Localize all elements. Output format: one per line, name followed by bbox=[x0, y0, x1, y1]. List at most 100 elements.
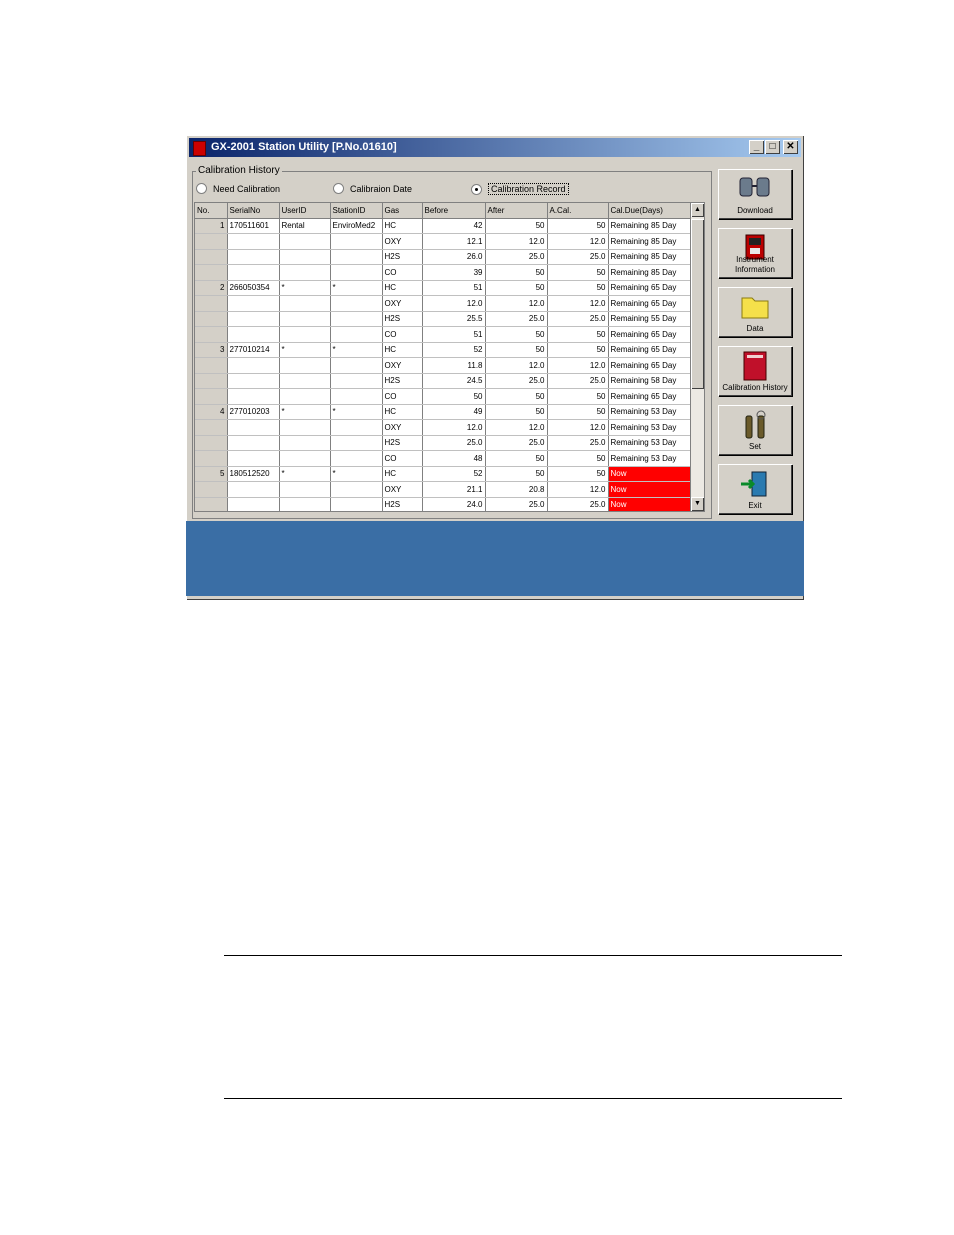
radio-dot[interactable] bbox=[333, 183, 344, 194]
table-row[interactable]: H2S 25.5 25.0 25.0 Remaining 55 Day bbox=[195, 311, 691, 327]
exit-label: Exit bbox=[748, 501, 762, 510]
table-row[interactable]: 5 180512520 * * HC 52 50 50 Now bbox=[195, 466, 691, 482]
table-row[interactable]: H2S 26.0 25.0 25.0 Remaining 85 Day bbox=[195, 249, 691, 265]
table-cell: Remaining 85 Day bbox=[608, 264, 691, 281]
table-row[interactable]: CO 39 50 50 Remaining 85 Day bbox=[195, 264, 691, 281]
table-cell: 21.1 bbox=[422, 481, 486, 498]
table-row[interactable]: OXY 11.8 12.0 12.0 Remaining 65 Day bbox=[195, 357, 691, 374]
scroll-up-button[interactable]: ▲ bbox=[691, 203, 704, 217]
radio-calibration-record[interactable]: Calibration Record bbox=[471, 183, 569, 195]
table-cell: Remaining 65 Day bbox=[608, 280, 691, 296]
table-row[interactable]: CO 48 50 50 Remaining 53 Day bbox=[195, 450, 691, 467]
table-cell bbox=[330, 435, 383, 451]
column-header[interactable]: Cal.Due(Days) bbox=[608, 203, 691, 219]
column-header[interactable]: UserID bbox=[279, 203, 331, 219]
table-cell bbox=[330, 233, 383, 250]
table-cell bbox=[330, 295, 383, 312]
radio-dot-selected[interactable] bbox=[471, 183, 482, 195]
table-cell bbox=[227, 450, 280, 467]
table-cell bbox=[279, 419, 331, 436]
table-row[interactable]: OXY 12.0 12.0 12.0 Remaining 65 Day bbox=[195, 295, 691, 312]
table-cell: 12.0 bbox=[547, 419, 609, 436]
close-button[interactable]: ✕ bbox=[783, 140, 798, 154]
table-cell: Remaining 58 Day bbox=[608, 373, 691, 389]
table-row[interactable]: OXY 12.1 12.0 12.0 Remaining 85 Day bbox=[195, 233, 691, 250]
table-cell: Remaining 85 Day bbox=[608, 233, 691, 250]
title-bar[interactable]: GX-2001 Station Utility [P.No.01610] _ □… bbox=[189, 138, 801, 157]
table-cell: OXY bbox=[382, 295, 423, 312]
table-cell bbox=[279, 233, 331, 250]
table-cell: 50 bbox=[547, 388, 609, 405]
table-row[interactable]: 3 277010214 * * HC 52 50 50 Remaining 65 Day bbox=[195, 342, 691, 358]
set-label: Set bbox=[748, 442, 761, 451]
table-cell bbox=[227, 264, 280, 281]
table-cell bbox=[279, 249, 331, 265]
table-cell: 49 bbox=[422, 404, 486, 420]
table-cell: 11.8 bbox=[422, 357, 486, 374]
table-cell: * bbox=[279, 404, 331, 420]
table-cell: 39 bbox=[422, 264, 486, 281]
table-cell bbox=[279, 388, 331, 405]
table-cell bbox=[330, 311, 383, 327]
radio-calibration-date[interactable]: Calibraion Date bbox=[333, 183, 412, 194]
table-cell bbox=[227, 481, 280, 498]
table-cell: 50 bbox=[547, 326, 609, 343]
radio-label: Need Calibration bbox=[213, 183, 281, 194]
table-row[interactable]: 1 170511601 Rental EnviroMed2 HC 42 50 50 Remain… bbox=[195, 218, 691, 234]
instrument-information-button[interactable]: Instrument Information bbox=[718, 228, 792, 278]
table-cell: 25.0 bbox=[485, 311, 548, 327]
table-cell: 51 bbox=[422, 280, 486, 296]
table-cell: 26.0 bbox=[422, 249, 486, 265]
table-cell: 1 bbox=[195, 218, 228, 234]
table-cell: 12.0 bbox=[485, 233, 548, 250]
table-cell bbox=[195, 419, 228, 436]
table-cell bbox=[330, 249, 383, 265]
table-cell: 50 bbox=[485, 466, 548, 482]
download-button[interactable]: Download bbox=[718, 169, 792, 219]
table-cell bbox=[227, 497, 280, 511]
radio-dot[interactable] bbox=[196, 183, 207, 194]
table-cell: Remaining 85 Day bbox=[608, 249, 691, 265]
column-header[interactable]: A.Cal. bbox=[547, 203, 609, 219]
table-cell: 50 bbox=[547, 466, 609, 482]
column-header[interactable]: Gas bbox=[382, 203, 423, 219]
table-cell bbox=[227, 249, 280, 265]
maximize-button[interactable]: □ bbox=[765, 140, 780, 154]
table-cell: 51 bbox=[422, 326, 486, 343]
calibration-record-grid[interactable]: No. SerialNo UserID StationID Gas Before After… bbox=[194, 202, 692, 512]
table-row[interactable]: CO 50 50 50 Remaining 65 Day bbox=[195, 388, 691, 405]
table-row[interactable]: OXY 21.1 20.8 12.0 Now bbox=[195, 481, 691, 498]
download-icon bbox=[739, 177, 770, 197]
table-cell: 25.0 bbox=[485, 373, 548, 389]
table-cell: CO bbox=[382, 450, 423, 467]
table-row[interactable]: H2S 24.0 25.0 25.0 Now bbox=[195, 497, 691, 511]
scroll-thumb[interactable] bbox=[691, 219, 704, 389]
table-cell: Remaining 53 Day bbox=[608, 435, 691, 451]
exit-button[interactable]: Exit bbox=[718, 464, 792, 514]
table-cell bbox=[227, 295, 280, 312]
table-row[interactable]: 2 266050354 * * HC 51 50 50 Remaining 65 Day bbox=[195, 280, 691, 296]
table-row[interactable]: H2S 24.5 25.0 25.0 Remaining 58 Day bbox=[195, 373, 691, 389]
calibration-history-button[interactable]: Calibration History bbox=[718, 346, 792, 396]
table-row[interactable]: CO 51 50 50 Remaining 65 Day bbox=[195, 326, 691, 343]
column-header[interactable]: Before bbox=[422, 203, 486, 219]
minimize-button[interactable]: _ bbox=[749, 140, 764, 154]
table-cell: 25.0 bbox=[547, 435, 609, 451]
column-header[interactable]: After bbox=[485, 203, 548, 219]
radio-need-calibration[interactable]: Need Calibration bbox=[196, 183, 280, 194]
column-header[interactable]: SerialNo bbox=[227, 203, 280, 219]
column-header[interactable]: StationID bbox=[330, 203, 383, 219]
scroll-down-button[interactable]: ▼ bbox=[691, 497, 704, 511]
column-header[interactable]: No. bbox=[195, 203, 228, 219]
vertical-scrollbar[interactable]: ▲ ▼ bbox=[690, 202, 705, 512]
table-row[interactable]: H2S 25.0 25.0 25.0 Remaining 53 Day bbox=[195, 435, 691, 451]
table-cell bbox=[279, 435, 331, 451]
set-button[interactable]: Set bbox=[718, 405, 792, 455]
table-cell bbox=[279, 264, 331, 281]
data-button[interactable]: Data bbox=[718, 287, 792, 337]
table-row[interactable]: OXY 12.0 12.0 12.0 Remaining 53 Day bbox=[195, 419, 691, 436]
table-row[interactable]: 4 277010203 * * HC 49 50 50 Remaining 53 Day bbox=[195, 404, 691, 420]
table-cell: H2S bbox=[382, 311, 423, 327]
table-cell bbox=[330, 450, 383, 467]
table-cell: Rental bbox=[279, 218, 331, 234]
